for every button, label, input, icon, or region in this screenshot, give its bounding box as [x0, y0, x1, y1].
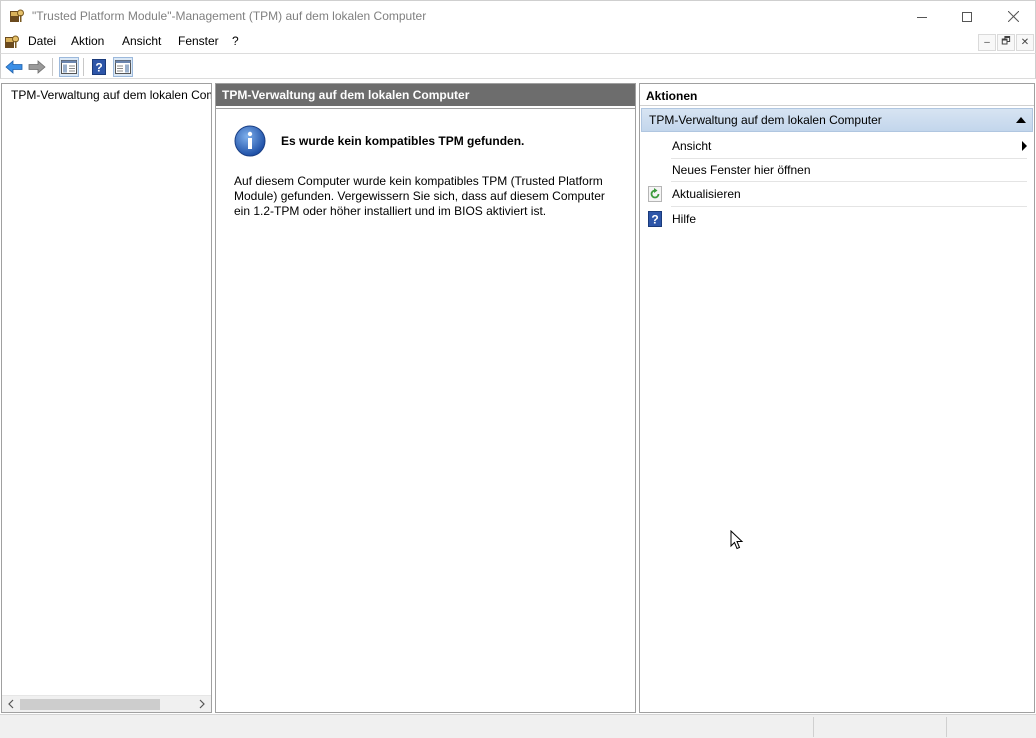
svg-text:?: ?: [651, 213, 658, 227]
tree-item-tpm-management[interactable]: TPM-Verwaltung auf dem lokalen Computer: [6, 86, 211, 104]
window-title: "Trusted Platform Module"-Management (TP…: [32, 9, 427, 23]
close-button[interactable]: [990, 1, 1036, 32]
system-menu-icon[interactable]: [4, 34, 20, 50]
help-icon[interactable]: ?: [89, 57, 109, 77]
action-refresh[interactable]: Aktualisieren: [641, 182, 1029, 206]
svg-text:?: ?: [95, 61, 102, 75]
tree-item-label: TPM-Verwaltung auf dem lokalen Computer: [11, 88, 211, 102]
info-icon: [234, 125, 266, 157]
menu-fenster[interactable]: Fenster: [178, 34, 219, 48]
scroll-right-icon[interactable]: [196, 698, 208, 710]
menu-ansicht[interactable]: Ansicht: [122, 34, 161, 48]
menu-help[interactable]: ?: [232, 34, 239, 48]
mdi-minimize-button[interactable]: –: [978, 34, 996, 51]
title-bar: "Trusted Platform Module"-Management (TP…: [0, 0, 1036, 31]
mdi-restore-button[interactable]: 🗗: [997, 34, 1015, 51]
status-divider: [946, 717, 947, 737]
maximize-button[interactable]: [944, 1, 990, 32]
action-label: Hilfe: [672, 212, 697, 226]
mdi-close-button[interactable]: ✕: [1016, 34, 1034, 51]
actions-pane: Aktionen TPM-Verwaltung auf dem lokalen …: [639, 83, 1035, 713]
actions-header: Aktionen: [640, 84, 1034, 106]
action-new-window[interactable]: Neues Fenster hier öffnen: [641, 158, 1029, 182]
show-hide-tree-icon[interactable]: [59, 57, 79, 77]
show-hide-action-pane-icon[interactable]: [113, 57, 133, 77]
console-tree-pane: TPM-Verwaltung auf dem lokalen Computer: [1, 83, 212, 713]
horizontal-scrollbar[interactable]: [2, 695, 211, 712]
back-arrow-icon[interactable]: [4, 57, 24, 77]
minimize-button[interactable]: [899, 1, 945, 32]
action-ansicht[interactable]: Ansicht: [641, 134, 1029, 158]
menu-bar: Datei Aktion Ansicht Fenster ? – 🗗 ✕: [0, 31, 1036, 53]
message-body: Auf diesem Computer wurde kein kompatibl…: [234, 174, 605, 218]
collapse-icon[interactable]: [1016, 117, 1026, 123]
tpm-app-icon: [9, 8, 25, 24]
result-pane-header: TPM-Verwaltung auf dem lokalen Computer: [216, 84, 635, 106]
scrollbar-thumb[interactable]: [20, 699, 160, 710]
status-bar: [0, 714, 1036, 738]
menu-aktion[interactable]: Aktion: [71, 34, 104, 48]
actions-section-header[interactable]: TPM-Verwaltung auf dem lokalen Computer: [641, 108, 1033, 132]
mouse-cursor-icon: [730, 529, 744, 553]
help-icon: ?: [648, 211, 662, 227]
result-pane: TPM-Verwaltung auf dem lokalen Computer …: [215, 83, 636, 713]
toolbar-separator: [52, 58, 53, 76]
message-title: Es wurde kein kompatibles TPM gefunden.: [281, 134, 525, 148]
action-label: Neues Fenster hier öffnen: [672, 163, 811, 177]
submenu-arrow-icon: [1022, 141, 1027, 151]
action-label: Aktualisieren: [672, 187, 741, 201]
actions-section-title: TPM-Verwaltung auf dem lokalen Computer: [649, 113, 882, 127]
toolbar: ?: [0, 53, 1036, 79]
forward-arrow-icon[interactable]: [27, 57, 47, 77]
header-divider: [216, 108, 635, 109]
toolbar-separator: [83, 58, 84, 76]
menu-datei[interactable]: Datei: [28, 34, 56, 48]
refresh-icon: [648, 186, 662, 202]
status-divider: [813, 717, 814, 737]
action-help[interactable]: ? Hilfe: [641, 207, 1029, 231]
scroll-left-icon[interactable]: [5, 698, 17, 710]
action-label: Ansicht: [672, 139, 712, 153]
